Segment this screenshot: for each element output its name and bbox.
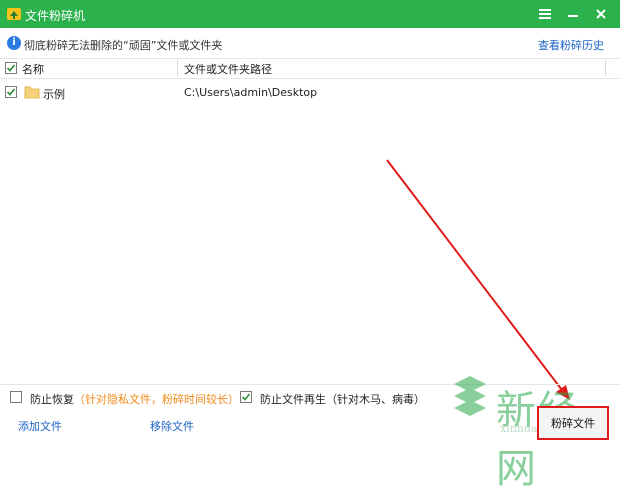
table-header: 名称 文件或文件夹路径 [0,58,620,79]
view-history-link[interactable]: 查看粉碎历史 [538,37,604,53]
prevent-regen-label: 防止文件再生（针对木马、病毒） [260,393,425,406]
close-icon[interactable] [590,3,612,25]
shredder-app-icon [7,8,21,20]
prevent-recovery-label: 防止恢复（针对隐私文件，粉碎时间较长） [30,393,239,406]
select-all-checkbox[interactable] [5,62,17,74]
folder-icon [24,86,40,99]
row-checkbox[interactable] [5,86,17,98]
prevent-recovery-note: （针对隐私文件，粉碎时间较长） [74,393,239,406]
info-message: 彻底粉碎无法删除的“顽固”文件或文件夹 [24,39,223,52]
info-icon: i [7,36,21,50]
info-bar: i 彻底粉碎无法删除的“顽固”文件或文件夹 查看粉碎历史 [0,28,620,59]
remove-file-button[interactable]: 移除文件 [150,418,194,434]
window-controls [534,3,612,25]
column-header-name[interactable]: 名称 [22,61,44,77]
column-header-path[interactable]: 文件或文件夹路径 [184,61,272,77]
row-name: 示例 [43,88,65,101]
title-bar: 文件粉碎机 [0,0,620,28]
window-title: 文件粉碎机 [25,9,86,23]
prevent-regen-checkbox[interactable] [240,391,252,403]
column-divider [605,60,606,76]
table-row[interactable]: 示例 C:\Users\admin\Desktop [0,82,620,102]
add-file-button[interactable]: 添加文件 [18,418,62,434]
shred-file-button[interactable]: 粉碎文件 [537,406,609,440]
action-bar: 添加文件 移除文件 [0,408,620,442]
minimize-icon[interactable] [562,3,584,25]
options-bar: 防止恢复（针对隐私文件，粉碎时间较长） 防止文件再生（针对木马、病毒） [0,384,620,409]
prevent-recovery-checkbox[interactable] [10,391,22,403]
column-divider [177,60,178,76]
menu-icon[interactable] [534,3,556,25]
row-path: C:\Users\admin\Desktop [184,86,318,99]
